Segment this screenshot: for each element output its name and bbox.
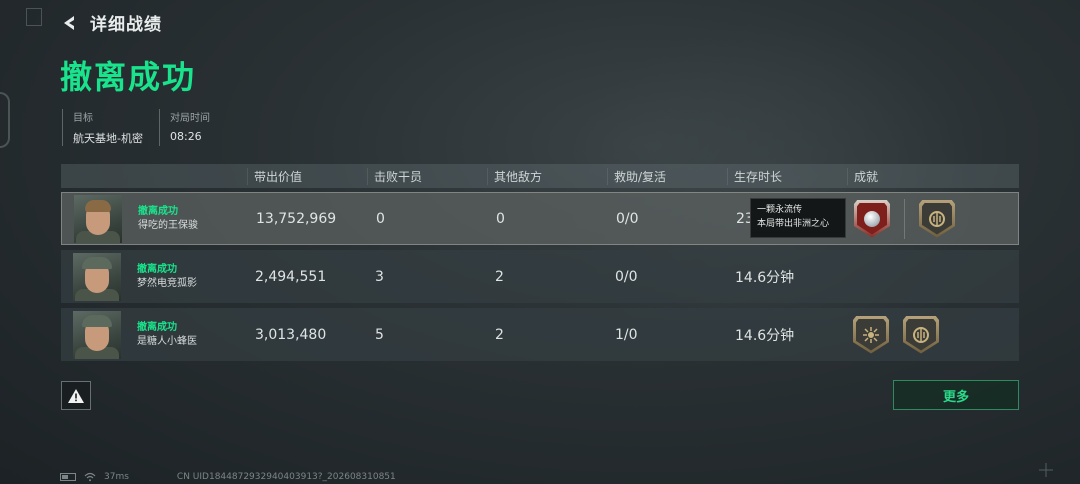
- meta-time-label: 对局时间: [169, 113, 210, 124]
- table-row[interactable]: 撤离成功 梦然电竞孤影 2,494,551 3 2 0/0 14.6分钟: [61, 250, 1019, 303]
- value-cell: 2,494,551: [255, 268, 327, 285]
- wifi-icon: [84, 472, 96, 482]
- header-assist-revive: 救助/复活: [607, 167, 727, 185]
- battery-icon: [60, 473, 76, 481]
- header-survival-time: 生存时长: [727, 167, 847, 185]
- table-row[interactable]: 撤离成功 是糖人小蜂医 3,013,480 5 2 1/0 14.6分钟: [61, 308, 1019, 361]
- meta-time-value: 08:26: [169, 130, 202, 143]
- back-arrow-icon[interactable]: [60, 13, 80, 33]
- avatar: [73, 310, 121, 359]
- warning-icon: [68, 388, 84, 403]
- assist-cell: 1/0: [615, 326, 638, 343]
- achievement-tooltip: 一颗永流传 本局带出非洲之心: [750, 198, 846, 238]
- player-status: 撤离成功: [137, 322, 177, 333]
- user-uid: CN UID1844872932940403913?_202608310851: [176, 472, 396, 482]
- value-cell: 13,752,969: [256, 210, 337, 227]
- match-meta: 目标 航天基地-机密 对局时间 08:26: [62, 109, 226, 146]
- player-cell: 撤离成功 梦然电竞孤影: [61, 250, 247, 303]
- result-title: 撤离成功: [60, 58, 197, 96]
- table-header: 带出价值 击败干员 其他敌方 救助/复活 生存时长 成就: [61, 164, 1019, 188]
- corner-mark: [26, 8, 42, 26]
- side-edge-ornament: [0, 92, 10, 148]
- meta-target-label: 目标: [73, 113, 93, 124]
- plus-icon: [1039, 463, 1053, 477]
- player-cell: 撤离成功 是糖人小蜂医: [61, 308, 247, 361]
- player-status: 撤离成功: [138, 206, 178, 217]
- more-button[interactable]: 更多: [893, 380, 1019, 410]
- value-cell: 3,013,480: [255, 326, 327, 343]
- meta-target: 目标 航天基地-机密: [62, 109, 159, 146]
- ping-value: 37ms: [104, 472, 129, 482]
- header: 详细战绩: [60, 10, 162, 35]
- kills-cell: 5: [375, 326, 384, 343]
- player-name: 梦然电竞孤影: [137, 277, 197, 289]
- player-cell: 撤离成功 得吃的王保骏: [62, 193, 248, 244]
- achievements-cell: [847, 315, 1019, 354]
- header-value: 带出价值: [247, 167, 367, 185]
- assist-cell: 0/0: [615, 268, 638, 285]
- header-other-enemies: 其他敌方: [487, 167, 607, 185]
- status-footer: 37ms CN UID1844872932940403913?_20260831…: [60, 472, 396, 482]
- player-info: 撤离成功 得吃的王保骏: [138, 205, 198, 232]
- survival-cell: 14.6分钟: [735, 269, 795, 286]
- emblem-badge-icon[interactable]: [919, 199, 955, 238]
- player-info: 撤离成功 是糖人小蜂医: [137, 321, 197, 348]
- other-enemies-cell: 0: [496, 210, 505, 227]
- report-warning-button[interactable]: [61, 381, 91, 410]
- emblem-badge-icon[interactable]: [903, 315, 939, 354]
- table-row[interactable]: 撤离成功 得吃的王保骏 13,752,969 0 0 0/0 23 一颗永流传 …: [61, 192, 1019, 245]
- player-status: 撤离成功: [137, 264, 177, 275]
- kills-cell: 3: [375, 268, 384, 285]
- header-achievements: 成就: [847, 167, 1019, 185]
- tooltip-title: 一颗永流传: [757, 205, 803, 215]
- other-enemies-cell: 2: [495, 326, 504, 343]
- other-enemies-cell: 2: [495, 268, 504, 285]
- meta-time: 对局时间 08:26: [158, 109, 226, 146]
- avatar: [74, 194, 122, 243]
- tooltip-desc: 本局带出非洲之心: [757, 218, 830, 229]
- assist-cell: 0/0: [616, 210, 639, 227]
- avatar: [73, 252, 121, 301]
- header-kills: 击败干员: [367, 167, 487, 185]
- scoreboard-table: 带出价值 击败干员 其他敌方 救助/复活 生存时长 成就 撤离成功 得吃的王保骏…: [61, 164, 1019, 361]
- meta-target-value: 航天基地-机密: [73, 132, 143, 145]
- sunburst-badge-icon[interactable]: [853, 315, 889, 354]
- kills-cell: 0: [376, 210, 385, 227]
- player-info: 撤离成功 梦然电竞孤影: [137, 263, 197, 290]
- player-name: 得吃的王保骏: [138, 219, 198, 231]
- achievements-cell: [848, 198, 1018, 239]
- page-title: 详细战绩: [90, 15, 162, 35]
- survival-cell: 14.6分钟: [735, 327, 795, 344]
- divider: [904, 198, 905, 239]
- heart-of-africa-badge-icon[interactable]: [854, 199, 890, 238]
- player-name: 是糖人小蜂医: [137, 335, 197, 347]
